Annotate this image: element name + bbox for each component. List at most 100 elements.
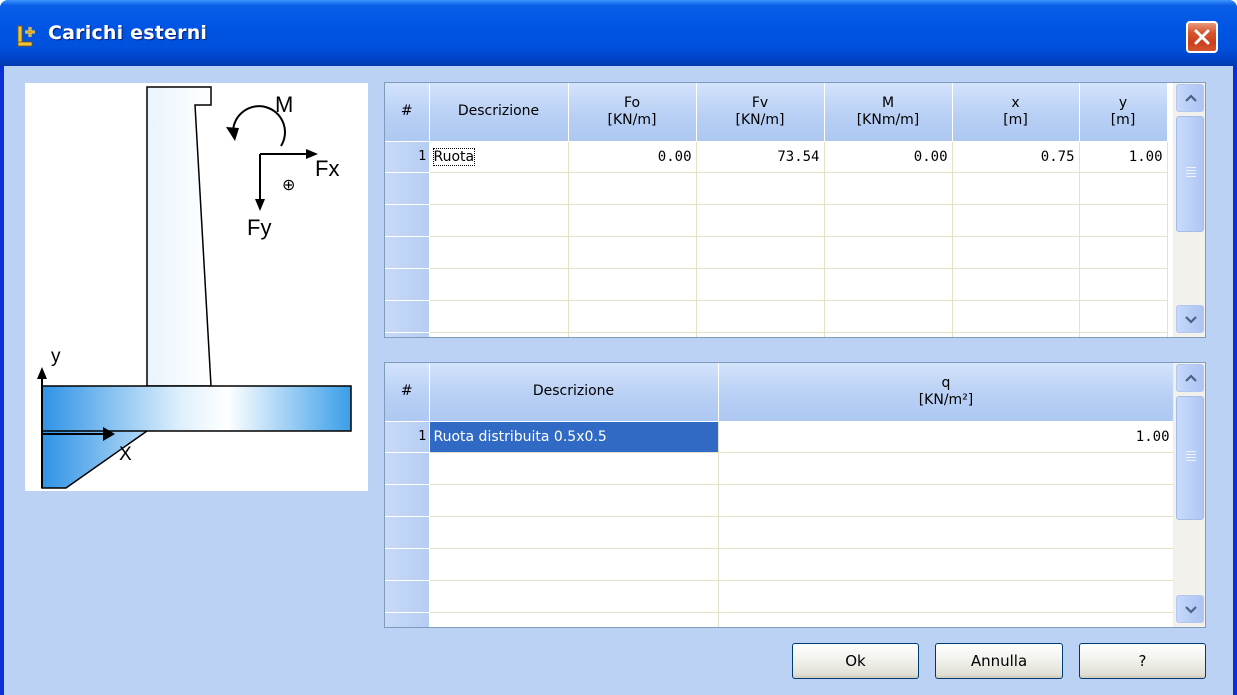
col-header-fv[interactable]: Fv [KN/m] xyxy=(696,83,825,142)
cell[interactable] xyxy=(429,516,719,549)
row-number[interactable] xyxy=(385,452,430,485)
cell[interactable] xyxy=(568,204,697,237)
row-number[interactable] xyxy=(385,612,430,627)
cell[interactable] xyxy=(952,300,1080,333)
cell[interactable] xyxy=(429,612,719,627)
cell[interactable] xyxy=(718,612,1175,627)
cell[interactable] xyxy=(429,580,719,613)
scroll-thumb[interactable] xyxy=(1176,116,1204,232)
cell[interactable] xyxy=(952,172,1080,205)
cell[interactable] xyxy=(824,300,953,333)
cell[interactable] xyxy=(568,236,697,269)
col-header-num[interactable]: # xyxy=(385,363,430,422)
cell[interactable] xyxy=(1079,300,1168,333)
cell-descrizione[interactable]: Ruota distribuita 0.5x0.5 xyxy=(429,421,719,453)
cancel-button[interactable]: Annulla xyxy=(935,643,1063,679)
col-header-m[interactable]: M [KNm/m] xyxy=(824,83,953,142)
cell[interactable] xyxy=(429,332,569,337)
cell[interactable] xyxy=(696,172,825,205)
cell-m[interactable]: 0.00 xyxy=(824,141,953,173)
cell-descrizione[interactable]: Ruota xyxy=(429,141,569,173)
scroll-up-button[interactable] xyxy=(1176,364,1204,392)
cell[interactable] xyxy=(952,268,1080,301)
cell[interactable] xyxy=(718,548,1175,581)
cell[interactable] xyxy=(429,268,569,301)
col-header-y[interactable]: y [m] xyxy=(1079,83,1168,142)
cell[interactable] xyxy=(824,268,953,301)
cell-y[interactable]: 1.00 xyxy=(1079,141,1168,173)
cell[interactable] xyxy=(429,236,569,269)
cell[interactable] xyxy=(952,236,1080,269)
row-number[interactable] xyxy=(385,236,430,269)
row-number[interactable] xyxy=(385,172,430,205)
row-number[interactable] xyxy=(385,204,430,237)
retaining-wall-diagram: y X M Fx Fy ⊕ xyxy=(37,86,352,489)
cell[interactable] xyxy=(568,300,697,333)
col-header-descrizione[interactable]: Descrizione xyxy=(429,363,719,422)
col-header-x[interactable]: x [m] xyxy=(952,83,1080,142)
cell[interactable] xyxy=(696,268,825,301)
col-header-num[interactable]: # xyxy=(385,83,430,142)
scroll-down-button[interactable] xyxy=(1176,595,1204,623)
cell[interactable] xyxy=(824,204,953,237)
cell[interactable] xyxy=(696,236,825,269)
cell[interactable] xyxy=(568,332,697,337)
distributed-loads-table: # Descrizione q [KN/m²] 1 Ruota distribui… xyxy=(385,363,1175,627)
distributed-loads-grid[interactable]: # Descrizione q [KN/m²] 1 Ruota distribui… xyxy=(384,362,1206,628)
cell-x[interactable]: 0.75 xyxy=(952,141,1080,173)
cell[interactable] xyxy=(824,332,953,337)
help-button[interactable]: ? xyxy=(1079,643,1206,679)
cell[interactable] xyxy=(429,452,719,485)
cell[interactable] xyxy=(718,452,1175,485)
row-number[interactable] xyxy=(385,300,430,333)
row-number[interactable] xyxy=(385,548,430,581)
cell-fo[interactable]: 0.00 xyxy=(568,141,697,173)
cell[interactable] xyxy=(429,484,719,517)
row-number[interactable] xyxy=(385,268,430,301)
row-number[interactable]: 1 xyxy=(385,421,430,453)
scroll-thumb[interactable] xyxy=(1176,396,1204,520)
close-button[interactable] xyxy=(1186,21,1218,53)
table-row: 1 Ruota 0.00 73.54 0.00 0.75 1.00 xyxy=(385,141,1168,173)
cell-q[interactable]: 1.00 xyxy=(718,421,1175,453)
row-number[interactable]: 1 xyxy=(385,141,430,173)
cell[interactable] xyxy=(696,332,825,337)
cell[interactable] xyxy=(824,236,953,269)
col-header-descrizione[interactable]: Descrizione xyxy=(429,83,569,142)
row-number[interactable] xyxy=(385,516,430,549)
cell[interactable] xyxy=(1079,268,1168,301)
col-header-fo[interactable]: Fo [KN/m] xyxy=(568,83,697,142)
cell[interactable] xyxy=(696,204,825,237)
row-number[interactable] xyxy=(385,332,430,337)
cell[interactable] xyxy=(1079,236,1168,269)
distributed-vertical-scrollbar[interactable] xyxy=(1173,363,1205,627)
loads-vertical-scrollbar[interactable] xyxy=(1173,83,1205,337)
cell[interactable] xyxy=(952,332,1080,337)
cell[interactable] xyxy=(696,300,825,333)
cell[interactable] xyxy=(568,172,697,205)
cell[interactable] xyxy=(718,484,1175,517)
cell[interactable] xyxy=(1079,332,1168,337)
cell[interactable] xyxy=(1079,204,1168,237)
col-header-q[interactable]: q [KN/m²] xyxy=(718,363,1175,422)
loads-grid[interactable]: # Descrizione Fo [KN/m] Fv [KN/m] M [KNm/m]… xyxy=(384,82,1206,338)
cell[interactable] xyxy=(1079,172,1168,205)
loads-app-icon xyxy=(17,25,35,47)
scroll-up-button[interactable] xyxy=(1176,84,1204,112)
row-number[interactable] xyxy=(385,484,430,517)
cell-fv[interactable]: 73.54 xyxy=(696,141,825,173)
scroll-down-button[interactable] xyxy=(1176,305,1204,333)
cell[interactable] xyxy=(429,548,719,581)
row-number[interactable] xyxy=(385,580,430,613)
fx-label: Fx xyxy=(315,156,339,181)
cell[interactable] xyxy=(718,516,1175,549)
cell[interactable] xyxy=(568,268,697,301)
cell[interactable] xyxy=(429,172,569,205)
ok-button[interactable]: Ok xyxy=(792,643,919,679)
cell[interactable] xyxy=(824,172,953,205)
cell[interactable] xyxy=(718,580,1175,613)
title-bar[interactable]: Carichi esterni xyxy=(0,0,1237,66)
cell[interactable] xyxy=(952,204,1080,237)
cell[interactable] xyxy=(429,300,569,333)
cell[interactable] xyxy=(429,204,569,237)
